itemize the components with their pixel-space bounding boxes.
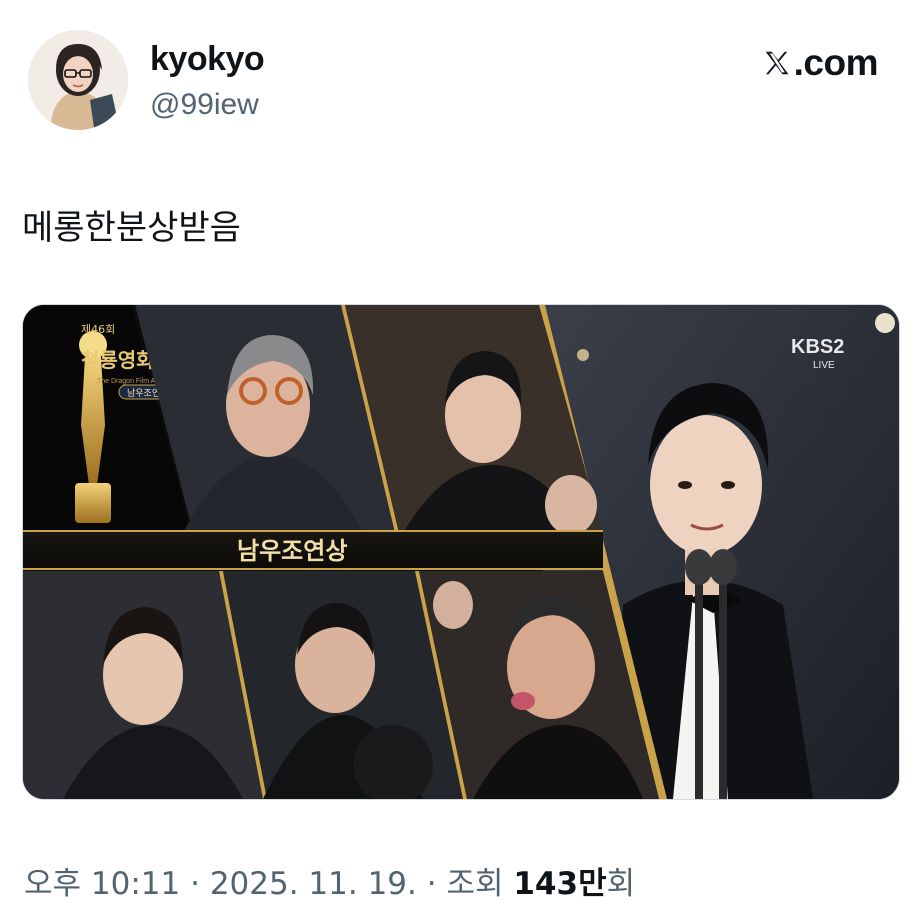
- tweet-date[interactable]: 2025. 11. 19.: [210, 866, 417, 902]
- avatar-illustration: [28, 30, 128, 130]
- x-com-brand: .com: [762, 42, 879, 84]
- meta-separator: ·: [190, 866, 200, 902]
- tweet-text: 메롱한분상받음: [22, 208, 241, 248]
- tweet-media-image[interactable]: KBS2 LIVE 제46회 청룡영화상 2부 The Dragon Film …: [22, 304, 900, 800]
- x-logo-icon: [765, 51, 789, 75]
- meta-separator: ·: [426, 866, 437, 902]
- edition-label: 제46회: [81, 323, 115, 336]
- tweet-meta: 오후 10:11 · 2025. 11. 19. · 조회 143만회: [24, 858, 635, 903]
- brand-label: .com: [793, 42, 879, 83]
- award-banner: 남우조연상: [23, 530, 603, 570]
- banner-title: 남우조연상: [237, 537, 347, 565]
- award-show-collage: KBS2 LIVE 제46회 청룡영화상 2부 The Dragon Film …: [23, 305, 899, 799]
- views-suffix: 회: [606, 866, 636, 902]
- tweet-time[interactable]: 오후 10:11: [24, 866, 180, 902]
- kbs-logo-text: KBS2: [791, 336, 844, 358]
- views-label: 조회: [446, 866, 504, 902]
- author-handle[interactable]: @99iew: [150, 88, 259, 122]
- author-display-name[interactable]: kyokyo: [150, 40, 265, 79]
- views-count: 143만: [513, 866, 607, 902]
- live-label: LIVE: [813, 360, 835, 371]
- author-avatar[interactable]: [28, 30, 128, 130]
